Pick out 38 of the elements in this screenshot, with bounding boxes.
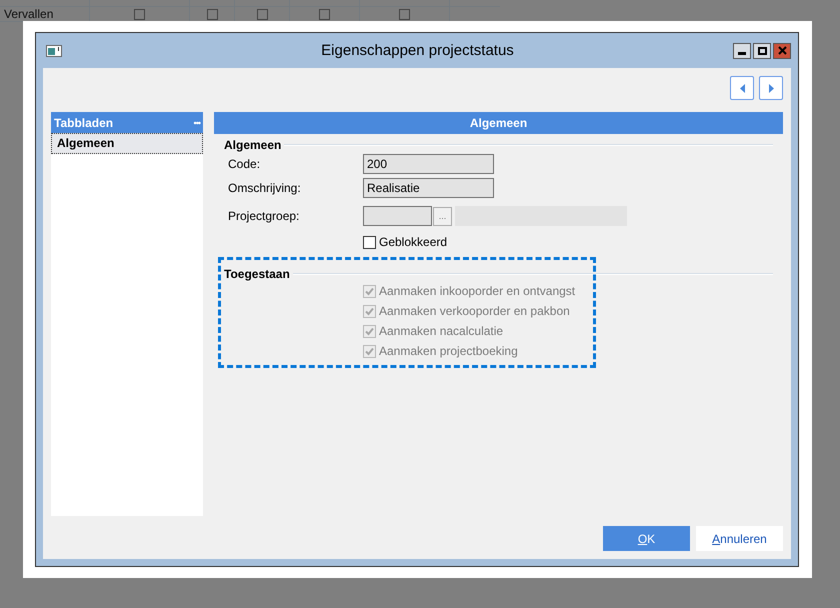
minimize-button[interactable] (733, 42, 751, 58)
checkbox-label: Aanmaken nacalculatie (379, 324, 504, 338)
previous-button[interactable] (730, 76, 754, 100)
group-title: Toegestaan (224, 267, 290, 281)
checkbox-label: Aanmaken inkooporder en ontvangst (379, 284, 576, 298)
maximize-button[interactable] (753, 42, 771, 58)
group-field[interactable] (363, 206, 432, 226)
tab-list-title: Tabbladen (54, 116, 114, 130)
field-label: Omschrijving: (227, 181, 302, 195)
group-title: Algemeen (224, 138, 282, 152)
browse-button[interactable]: ... (433, 206, 452, 226)
maximize-icon (758, 46, 766, 54)
close-icon (778, 46, 786, 55)
checkbox-label: Aanmaken verkooporder en pakbon (379, 304, 570, 318)
panel-header: Algemeen (214, 112, 783, 134)
description-field[interactable]: Realisatie (363, 178, 494, 198)
window-icon (46, 44, 62, 56)
cancel-button[interactable]: Annuleren (696, 526, 783, 551)
field-label: Code: (227, 157, 262, 171)
checkbox[interactable] (134, 8, 145, 20)
checkbox[interactable] (399, 8, 410, 20)
field-label: Projectgroep: (227, 209, 300, 223)
checkbox-label: Geblokkeerd (379, 235, 448, 249)
row-label: Vervallen (4, 7, 54, 21)
code-field[interactable]: 200 (363, 154, 494, 174)
next-button[interactable] (759, 76, 783, 100)
checkbox-label: Aanmaken projectboeking (379, 344, 518, 358)
checkbox[interactable] (363, 236, 376, 248)
ok-button[interactable]: OK (603, 526, 690, 551)
window-title: Eigenschappen projectstatus (320, 42, 515, 59)
more-button[interactable]: ••• (194, 118, 200, 128)
checkbox[interactable] (256, 8, 268, 20)
checkbox[interactable] (206, 8, 218, 20)
left-triangle-icon (740, 84, 744, 92)
checkbox[interactable] (319, 8, 330, 20)
close-button[interactable] (773, 42, 791, 58)
right-triangle-icon (768, 84, 774, 92)
tab-item[interactable]: Algemeen (51, 133, 203, 154)
